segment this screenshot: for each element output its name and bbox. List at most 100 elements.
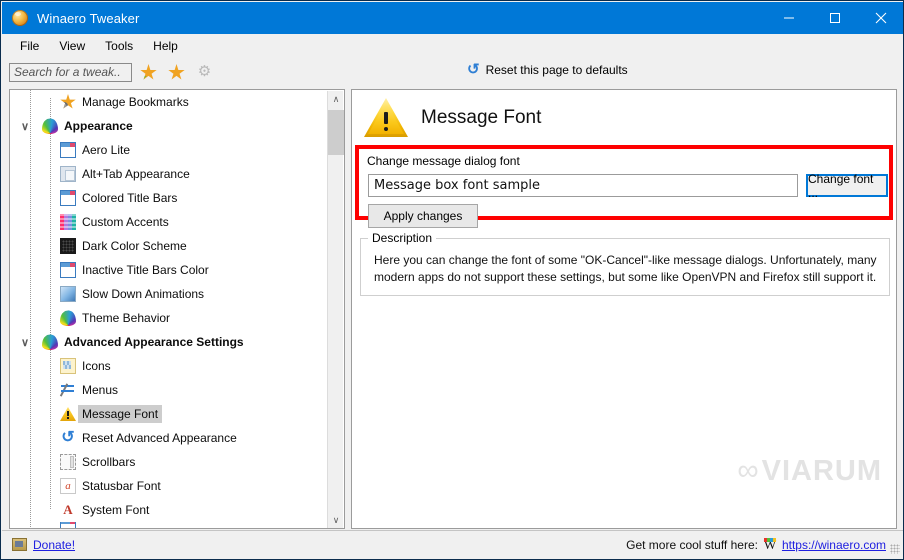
favorites-star-icon[interactable] xyxy=(166,61,188,83)
tree-item-label: Dark Color Scheme xyxy=(82,239,187,253)
winaero-tweaker-window: Winaero Tweaker File View Tools Help Sea… xyxy=(0,0,904,560)
bookmark-star-icon xyxy=(60,94,76,109)
alt-tab-icon xyxy=(60,166,76,182)
tree-item-label: System Font xyxy=(82,503,150,517)
tree-item-label: Scrollbars xyxy=(82,455,136,469)
theme-palette-icon xyxy=(60,310,76,326)
tree-item-label: Advanced Appearance Settings xyxy=(64,335,244,349)
tree-group-appearance[interactable]: ∨ Appearance xyxy=(10,114,328,138)
window-icon xyxy=(60,142,76,158)
page-header: Message Font xyxy=(352,90,896,146)
tree-group-advanced-appearance-settings[interactable]: ∨ Advanced Appearance Settings xyxy=(10,330,328,354)
tree-item-label: Appearance xyxy=(64,119,133,133)
change-font-highlight-group: Change message dialog font Message box f… xyxy=(355,145,893,228)
status-right-area: Get more cool stuff here: W https://wina… xyxy=(626,536,886,552)
tree-item-partial[interactable] xyxy=(10,522,328,528)
minimize-button[interactable] xyxy=(766,2,812,34)
tree-item-label: Manage Bookmarks xyxy=(82,95,189,109)
theme-palette-icon xyxy=(42,118,58,134)
tree-item-statusbar-font[interactable]: a Statusbar Font xyxy=(10,474,328,498)
page-title: Message Font xyxy=(421,107,542,128)
winaero-site-link[interactable]: https://winaero.com xyxy=(782,538,886,552)
winaero-logo-icon xyxy=(12,10,28,26)
change-font-button[interactable]: Change font ... xyxy=(806,172,888,200)
gear-icon[interactable]: ⚙ xyxy=(194,61,216,83)
tree-item-label: Message Font xyxy=(78,405,163,423)
chevron-down-icon[interactable]: ∨ xyxy=(18,336,32,349)
tweaks-tree-panel: Manage Bookmarks ∨ Appearance Aero Lite … xyxy=(9,89,345,529)
chevron-down-icon[interactable]: ∨ xyxy=(18,120,32,133)
tree-item-icons[interactable]: Icons xyxy=(10,354,328,378)
scrollbar-thumb[interactable] xyxy=(328,110,344,155)
reset-page-label: Reset this page to defaults xyxy=(485,62,628,77)
window-title: Winaero Tweaker xyxy=(37,10,140,26)
tree-scrollbar[interactable]: ∧ ∨ xyxy=(327,91,344,528)
tree-item-scrollbars[interactable]: Scrollbars xyxy=(10,450,328,474)
tweaks-tree[interactable]: Manage Bookmarks ∨ Appearance Aero Lite … xyxy=(10,90,328,528)
description-legend: Description xyxy=(368,231,437,245)
menu-item-view[interactable]: View xyxy=(49,36,95,56)
warning-triangle-icon xyxy=(60,406,76,422)
search-placeholder: Search for a tweak.. xyxy=(14,65,121,79)
monitor-icon xyxy=(60,286,76,302)
tree-item-alt-tab-appearance[interactable]: Alt+Tab Appearance xyxy=(10,162,328,186)
more-stuff-label: Get more cool stuff here: xyxy=(626,537,758,552)
menu-item-tools[interactable]: Tools xyxy=(95,36,143,56)
window-icon xyxy=(60,262,76,278)
tree-item-label: Aero Lite xyxy=(82,143,131,157)
tree-item-colored-title-bars[interactable]: Colored Title Bars xyxy=(10,186,328,210)
tree-item-label: Icons xyxy=(82,359,111,373)
apply-changes-button[interactable]: Apply changes xyxy=(368,204,478,228)
tree-item-message-font[interactable]: Message Font xyxy=(10,402,328,426)
tree-item-theme-behavior[interactable]: Theme Behavior xyxy=(10,306,328,330)
money-icon xyxy=(12,538,27,551)
tree-item-label: Reset Advanced Appearance xyxy=(82,431,237,445)
warning-triangle-icon xyxy=(364,98,408,138)
tree-item-dark-color-scheme[interactable]: Dark Color Scheme xyxy=(10,234,328,258)
menu-item-file[interactable]: File xyxy=(10,36,49,56)
reset-page-to-defaults-button[interactable]: ↺ Reset this page to defaults xyxy=(467,62,628,77)
tree-item-system-font[interactable]: A System Font xyxy=(10,498,328,522)
scroll-down-arrow-icon[interactable]: ∨ xyxy=(328,512,344,528)
content-panel: Message Font Change message dialog font … xyxy=(351,89,897,529)
window-icon xyxy=(60,522,76,528)
tree-item-manage-bookmarks[interactable]: Manage Bookmarks xyxy=(10,90,328,114)
dark-scheme-icon xyxy=(60,238,76,254)
menu-item-help[interactable]: Help xyxy=(143,36,188,56)
viarum-watermark: ∞ VIARUM xyxy=(737,456,882,486)
winaero-w-icon: W xyxy=(763,536,777,552)
window-controls xyxy=(766,2,903,34)
lowercase-a-icon: a xyxy=(60,478,76,494)
tree-item-label: Menus xyxy=(82,383,119,397)
group-label: Change message dialog font xyxy=(367,154,520,168)
window-icon xyxy=(60,190,76,206)
toolbar: Search for a tweak.. ⚙ ↺ Reset this page… xyxy=(2,58,903,86)
reset-arrow-icon: ↺ xyxy=(467,61,480,78)
scroll-up-arrow-icon[interactable]: ∧ xyxy=(328,91,344,108)
tree-item-menus[interactable]: Menus xyxy=(10,378,328,402)
tree-item-custom-accents[interactable]: Custom Accents xyxy=(10,210,328,234)
icons-page-icon xyxy=(60,358,76,374)
font-sample-input[interactable]: Message box font sample xyxy=(368,174,798,197)
close-button[interactable] xyxy=(858,2,903,34)
search-input[interactable]: Search for a tweak.. xyxy=(9,62,132,82)
tree-item-slow-down-animations[interactable]: Slow Down Animations xyxy=(10,282,328,306)
tree-item-label: Colored Title Bars xyxy=(82,191,178,205)
maximize-button[interactable] xyxy=(812,2,858,34)
uppercase-a-icon: A xyxy=(63,502,73,517)
watermark-mark-icon: ∞ xyxy=(737,454,758,487)
description-text: Here you can change the font of some "OK… xyxy=(374,253,877,284)
tree-item-label: Inactive Title Bars Color xyxy=(82,263,209,277)
description-group: Description Here you can change the font… xyxy=(360,231,890,296)
tree-item-label: Alt+Tab Appearance xyxy=(82,167,190,181)
resize-grip[interactable] xyxy=(890,544,900,554)
reset-arrow-icon: ↺ xyxy=(61,429,75,446)
donate-area[interactable]: Donate! xyxy=(12,538,75,552)
add-favorite-star-icon[interactable] xyxy=(138,61,160,83)
tree-item-label: Slow Down Animations xyxy=(82,287,205,301)
tree-item-reset-advanced-appearance[interactable]: ↺ Reset Advanced Appearance xyxy=(10,426,328,450)
tree-item-inactive-title-bars-color[interactable]: Inactive Title Bars Color xyxy=(10,258,328,282)
donate-link[interactable]: Donate! xyxy=(33,538,75,552)
scrollbar-icon xyxy=(60,454,76,470)
tree-item-aero-lite[interactable]: Aero Lite xyxy=(10,138,328,162)
